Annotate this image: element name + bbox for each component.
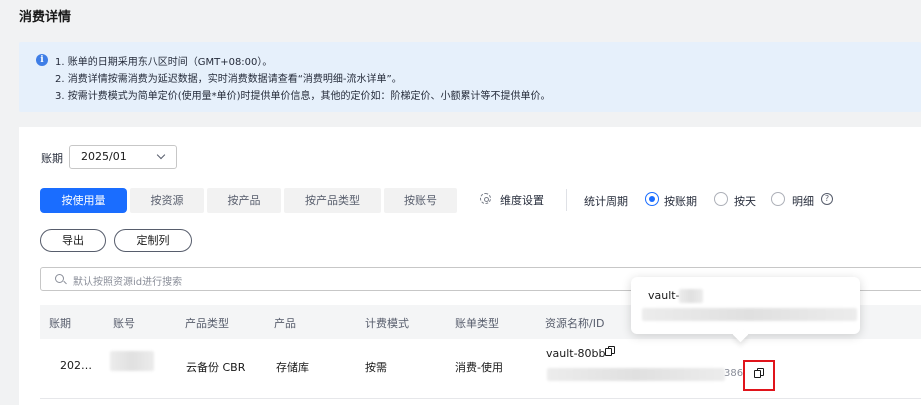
tab-by-usage[interactable]: 按使用量 [40, 188, 127, 213]
period-value: 2025/01 [81, 150, 127, 163]
copy-highlight-box [743, 360, 775, 391]
dimension-settings-link[interactable]: 维度设置 [500, 192, 544, 208]
search-icon [55, 274, 64, 283]
period-label: 账期 [41, 152, 63, 165]
column-header-account: 账号 [113, 317, 135, 330]
column-header-product: 产品 [274, 317, 296, 330]
row-divider [40, 398, 921, 399]
copy-icon[interactable] [605, 346, 615, 356]
cell-period: 202… [60, 359, 92, 372]
cell-billing-mode: 按需 [365, 361, 387, 374]
cell-product: 存储库 [276, 361, 309, 374]
radio-label-by-period[interactable]: 按账期 [664, 193, 697, 209]
period-select[interactable]: 2025/01 [69, 145, 177, 169]
radio-by-day[interactable] [714, 192, 728, 206]
column-header-resource: 资源名称/ID [545, 317, 605, 330]
tooltip-title: vault- [648, 289, 680, 302]
tooltip-title-redacted [679, 289, 703, 303]
page-title: 消费详情 [19, 10, 72, 25]
column-header-billing-mode: 计费模式 [365, 317, 409, 330]
notice-banner: i 1. 账单的日期采用东八区时间（GMT+08:00）。 2. 消费详情按需消… [19, 42, 921, 112]
chevron-down-icon [156, 150, 166, 160]
tab-by-account[interactable]: 按账号 [384, 188, 457, 213]
resource-tooltip: vault- [631, 277, 860, 334]
info-icon: i [36, 54, 48, 66]
details-card: 账期 2025/01 按使用量 按资源 按产品 按产品类型 按账号 维度设置 统… [19, 127, 921, 405]
tooltip-id-redacted [642, 308, 857, 321]
search-placeholder: 默认按照资源id进行搜索 [73, 277, 183, 288]
radio-detail[interactable] [771, 192, 785, 206]
account-redacted [110, 351, 154, 371]
tab-by-resource[interactable]: 按资源 [130, 188, 204, 213]
cycle-label: 统计周期 [584, 195, 628, 208]
resource-id-redacted [547, 368, 725, 381]
radio-label-detail[interactable]: 明细 [792, 193, 814, 209]
cell-resource-name: vault-80bb [546, 347, 606, 360]
radio-label-by-day[interactable]: 按天 [734, 193, 756, 209]
cell-product-type: 云备份 CBR [186, 361, 246, 374]
export-button[interactable]: 导出 [40, 229, 106, 252]
column-header-period: 账期 [49, 317, 71, 330]
notice-line-2: 2. 消费详情按需消费为延迟数据，实时消费数据请查看“消费明细-流水详单”。 [55, 74, 402, 85]
customize-columns-button[interactable]: 定制列 [114, 229, 192, 252]
column-header-product-type: 产品类型 [185, 317, 229, 330]
tab-by-product[interactable]: 按产品 [207, 188, 281, 213]
notice-line-3: 3. 按需计费模式为简单定价(使用量*单价)时提供单价信息，其他的定价如：阶梯定… [55, 91, 551, 102]
tab-by-product-type[interactable]: 按产品类型 [284, 188, 381, 213]
radio-by-period[interactable] [645, 192, 659, 206]
gear-icon[interactable] [480, 193, 491, 204]
column-header-bill-type: 账单类型 [455, 317, 499, 330]
cell-bill-type: 消费-使用 [455, 361, 503, 374]
notice-line-1: 1. 账单的日期采用东八区时间（GMT+08:00）。 [55, 57, 273, 68]
help-icon[interactable]: ? [821, 193, 833, 205]
divider [566, 189, 567, 211]
cell-resource-id-tail: 386 [724, 368, 744, 379]
